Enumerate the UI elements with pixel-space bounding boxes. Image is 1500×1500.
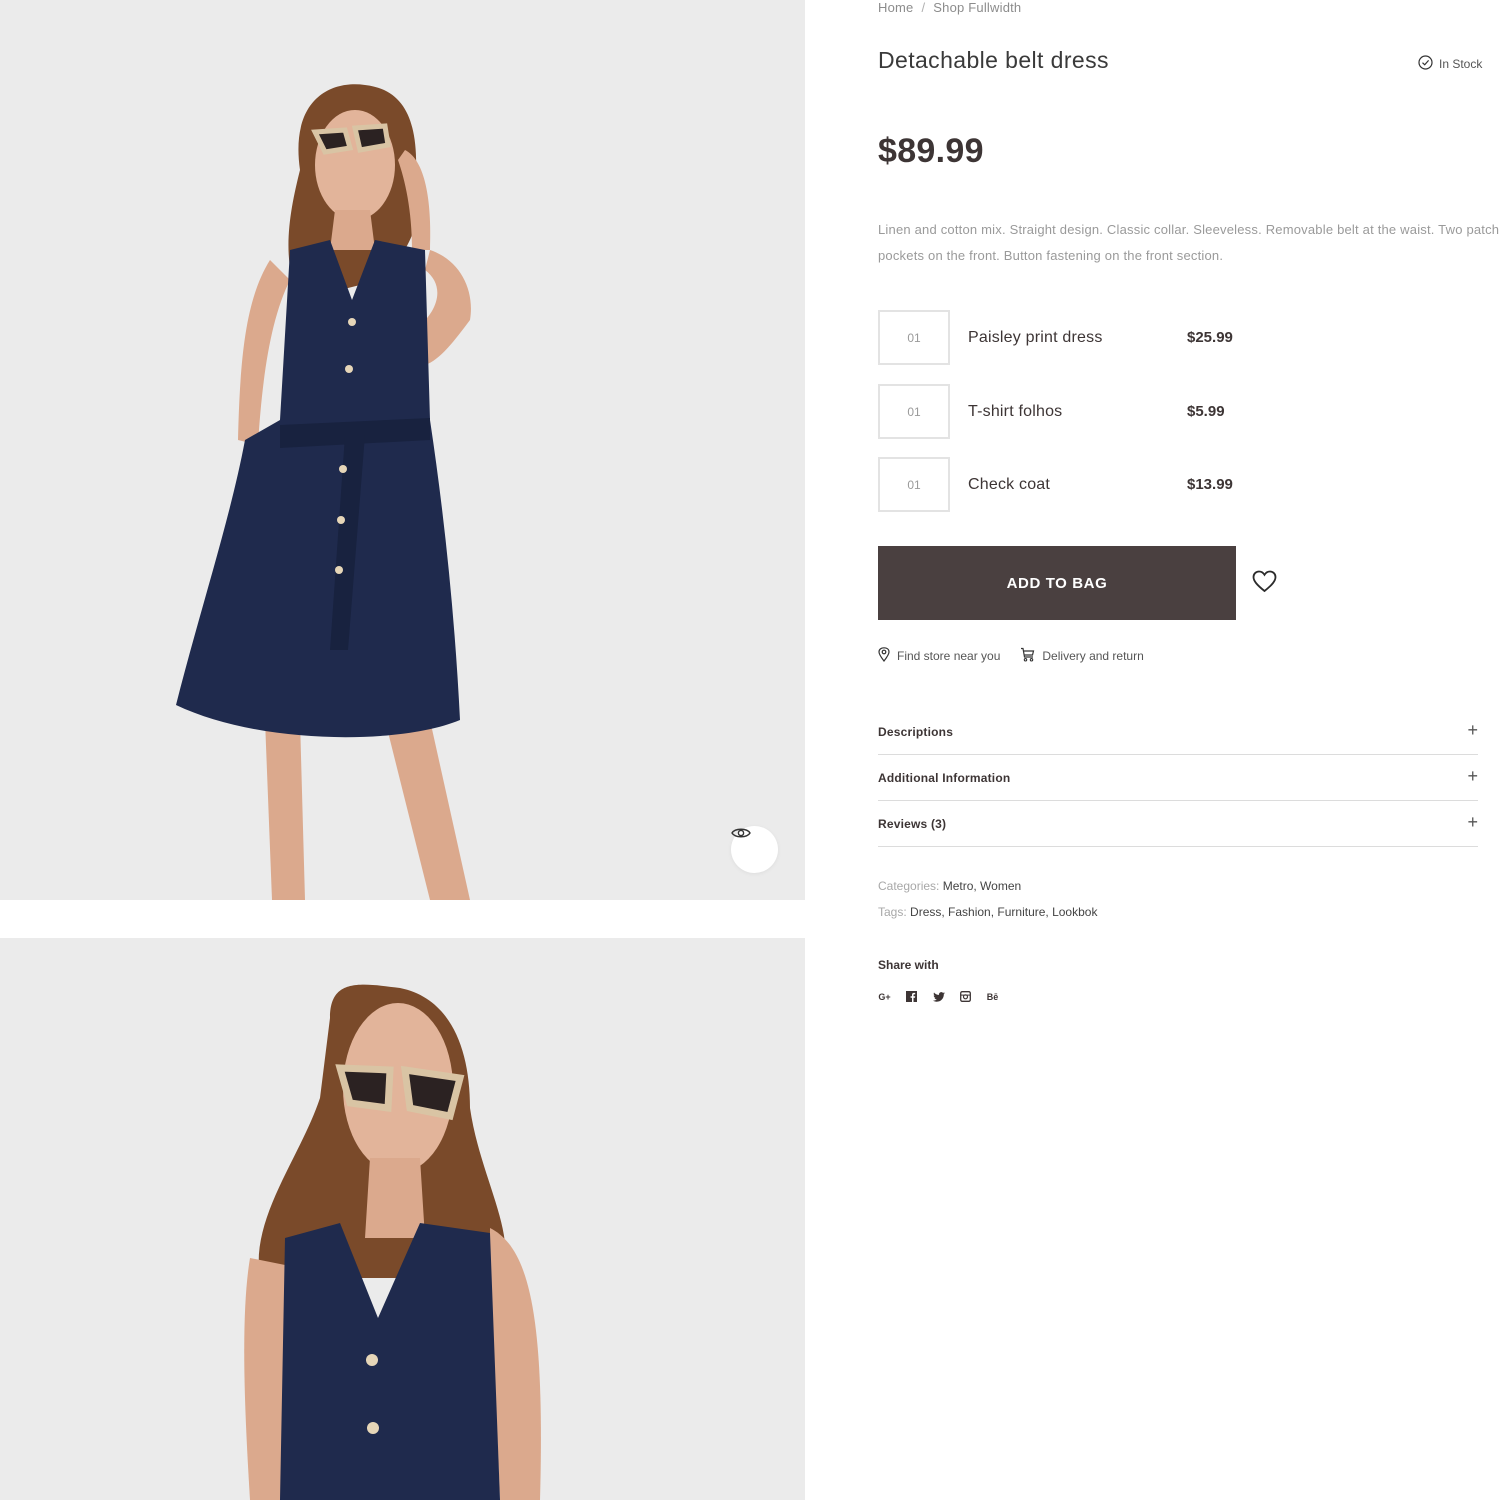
tags-value[interactable]: Dress, Fashion, Furniture, Lookbok	[910, 905, 1097, 919]
add-to-bag-button[interactable]: ADD TO BAG	[878, 546, 1236, 620]
facebook-icon[interactable]	[905, 990, 918, 1003]
accordion-additional-information[interactable]: Additional Information +	[878, 755, 1478, 801]
breadcrumb-current[interactable]: Shop Fullwidth	[933, 0, 1021, 15]
quantity-input[interactable]: 01	[878, 310, 950, 365]
bundle-item-name[interactable]: Paisley print dress	[968, 329, 1103, 347]
bundle-item-price: $25.99	[1187, 329, 1233, 346]
quick-view-button[interactable]	[731, 826, 778, 873]
accordion-reviews[interactable]: Reviews (3) +	[878, 801, 1478, 847]
heart-icon	[1252, 570, 1277, 597]
check-circle-icon	[1418, 55, 1433, 73]
bundle-item-price: $5.99	[1187, 403, 1225, 420]
plus-icon: +	[1467, 766, 1478, 786]
categories: Categories: Metro, Women	[878, 879, 1021, 893]
twitter-icon[interactable]	[932, 990, 945, 1003]
product-title: Detachable belt dress	[878, 47, 1109, 73]
plus-icon: +	[1467, 720, 1478, 740]
store-links: Find store near you Delivery and return	[878, 647, 1144, 665]
bundle-item: 01 T-shirt folhos $5.99	[878, 384, 1238, 439]
breadcrumb-separator: /	[921, 0, 926, 15]
bundle-item: 01 Paisley print dress $25.99	[878, 310, 1238, 365]
find-store-label: Find store near you	[897, 649, 1001, 663]
product-image-main[interactable]	[0, 0, 805, 900]
stock-label: In Stock	[1439, 57, 1483, 71]
behance-icon[interactable]: Bē	[986, 990, 999, 1003]
tags: Tags: Dress, Fashion, Furniture, Lookbok	[878, 905, 1097, 919]
tags-label: Tags:	[878, 905, 907, 919]
categories-label: Categories:	[878, 879, 940, 893]
bundle-item-price: $13.99	[1187, 476, 1233, 493]
breadcrumb-home[interactable]: Home	[878, 0, 913, 15]
plus-icon: +	[1467, 812, 1478, 832]
wishlist-button[interactable]	[1252, 570, 1277, 598]
google-plus-icon[interactable]: G+	[878, 990, 891, 1003]
quantity-input[interactable]: 01	[878, 384, 950, 439]
cart-icon	[1020, 647, 1035, 665]
bundle-item-name[interactable]: Check coat	[968, 476, 1050, 494]
delivery-label: Delivery and return	[1042, 649, 1144, 663]
quantity-input[interactable]: 01	[878, 457, 950, 512]
delivery-return-link[interactable]: Delivery and return	[1020, 647, 1144, 665]
bundle-item: 01 Check coat $13.99	[878, 457, 1238, 512]
model-photo-full	[176, 84, 471, 900]
stock-status: In Stock	[1418, 55, 1482, 73]
bundle-item-name[interactable]: T-shirt folhos	[968, 403, 1062, 421]
product-price: $89.99	[878, 132, 984, 170]
accordion-label: Reviews (3)	[878, 817, 947, 831]
share-label: Share with	[878, 958, 939, 972]
accordion-label: Descriptions	[878, 725, 954, 739]
product-image-secondary[interactable]	[0, 938, 805, 1500]
product-description: Linen and cotton mix. Straight design. C…	[878, 222, 1500, 263]
share-icons: G+ Bē	[878, 990, 999, 1003]
accordion-descriptions[interactable]: Descriptions +	[878, 709, 1478, 755]
info-accordion: Descriptions + Additional Information + …	[878, 709, 1478, 847]
categories-value[interactable]: Metro, Women	[943, 879, 1021, 893]
breadcrumb: Home / Shop Fullwidth	[878, 0, 1021, 15]
find-store-link[interactable]: Find store near you	[878, 647, 1000, 665]
instagram-icon[interactable]	[959, 990, 972, 1003]
accordion-label: Additional Information	[878, 771, 1011, 785]
model-photo-closeup	[244, 984, 541, 1500]
map-pin-icon	[878, 647, 890, 665]
